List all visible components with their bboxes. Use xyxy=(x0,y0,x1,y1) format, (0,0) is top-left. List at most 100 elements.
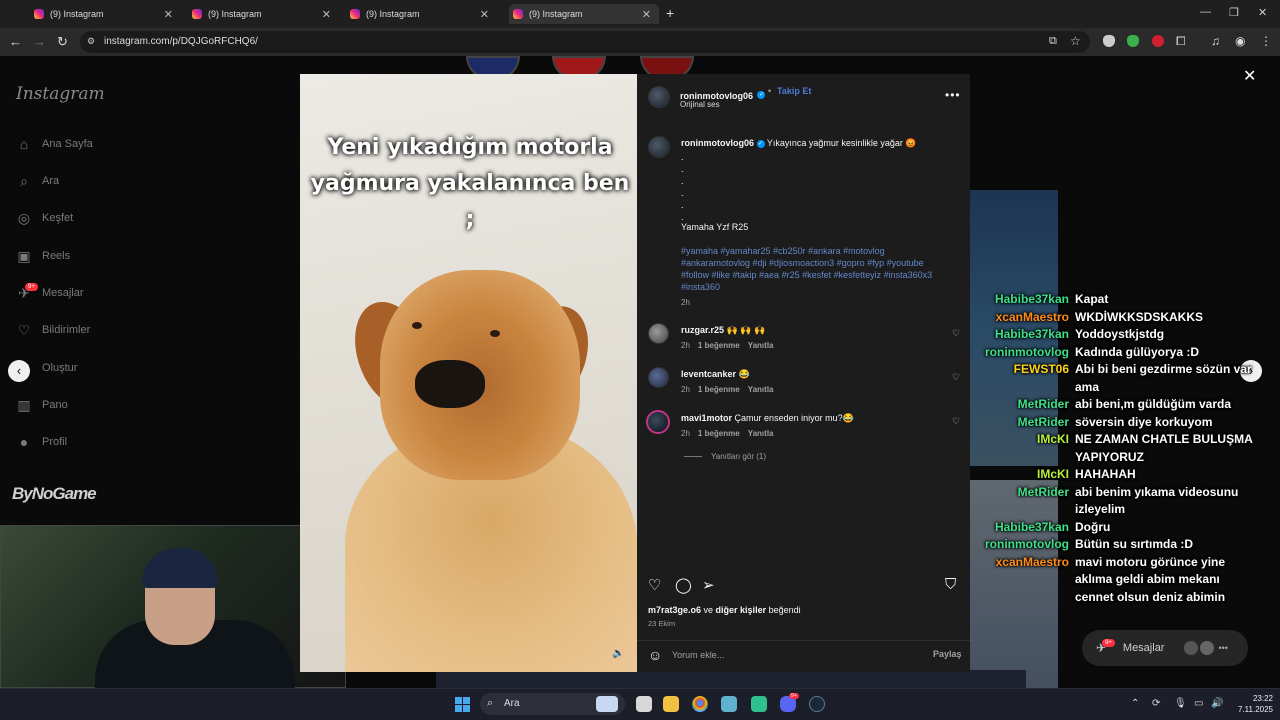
browser-tab[interactable]: (9) Instagram ✕ xyxy=(350,4,505,24)
comment-text: Çamur enseden iniyor mu?😂 xyxy=(734,413,854,423)
reply-button[interactable]: Yanıtla xyxy=(748,341,774,350)
original-audio-link[interactable]: Orijinal ses xyxy=(680,100,720,109)
more-options-icon[interactable]: ••• xyxy=(945,88,961,102)
bookmark-star-icon[interactable]: ☆ xyxy=(1070,34,1081,48)
previous-post-chevron-left-icon[interactable]: ‹ xyxy=(8,360,30,382)
stream-chat-overlay: Habibe37kan Kapat xcanMaestro WKDİWKKSDSKAK… xyxy=(978,291,1278,606)
close-modal-icon[interactable]: ✕ xyxy=(1243,66,1256,86)
caption-hashtags[interactable]: #yamaha #yamahar25 #cb250r #ankara #moto… xyxy=(681,245,951,293)
chat-username: FEWST06 xyxy=(1013,362,1069,376)
sidebar-item-label: Profil xyxy=(42,436,68,448)
close-tab-icon[interactable]: ✕ xyxy=(642,8,651,21)
save-bookmark-icon[interactable]: ⛉ xyxy=(945,576,956,593)
comment-username[interactable]: leventcanker xyxy=(681,369,736,379)
extensions-puzzle-icon[interactable]: ⧠ xyxy=(1176,34,1186,49)
liked-by-connector: ve xyxy=(701,605,716,615)
browser-menu-icon[interactable]: ⋮ xyxy=(1260,34,1272,48)
comment-time[interactable]: 2h xyxy=(681,341,690,350)
windows-start-icon[interactable] xyxy=(455,697,470,712)
comment-username[interactable]: mavi1motor xyxy=(681,413,732,423)
emoji-picker-icon[interactable]: ☺ xyxy=(648,647,662,663)
file-explorer-icon[interactable] xyxy=(663,696,679,712)
commenter-avatar[interactable] xyxy=(648,323,669,344)
messages-pill[interactable]: ✈ 9+ Mesajlar ••• xyxy=(1082,630,1248,666)
install-app-icon[interactable]: ⧉ xyxy=(1049,35,1057,48)
adblock-extension-icon[interactable] xyxy=(1127,35,1139,47)
caption-timestamp[interactable]: 2h xyxy=(681,298,690,307)
audio-toggle-icon[interactable]: 🔈 xyxy=(612,648,624,659)
liked-by-username[interactable]: m7rat3ge.o6 xyxy=(648,605,701,615)
sidebar-item-profile[interactable]: ● Profil xyxy=(16,432,67,452)
search-highlight-icon[interactable] xyxy=(596,696,618,712)
author-avatar[interactable] xyxy=(648,136,670,158)
comment-time[interactable]: 2h xyxy=(681,385,690,394)
browser-tab[interactable]: (9) Instagram ✕ xyxy=(192,4,347,24)
share-send-icon[interactable]: ➢ xyxy=(702,576,715,594)
like-comment-heart-icon[interactable]: ♡ xyxy=(952,372,960,383)
microphone-icon[interactable]: 🎙 xyxy=(1174,698,1187,709)
network-icon[interactable]: ▭ xyxy=(1194,698,1203,709)
taskbar-clock[interactable]: 23:22 7.11.2025 xyxy=(1225,693,1273,715)
site-info-icon[interactable]: ⚙ xyxy=(87,36,95,47)
liked-by-others-link[interactable]: diğer kişiler xyxy=(716,605,767,615)
comment-meta: 2h 1 beğenme Yanıtla xyxy=(681,341,774,350)
steam-icon[interactable] xyxy=(809,696,825,712)
media-controls-icon[interactable]: ♫ xyxy=(1211,34,1220,48)
caption-username[interactable]: roninmotovlog06 xyxy=(681,138,754,148)
comment-likes[interactable]: 1 beğenme xyxy=(698,341,740,350)
profile-avatar-icon[interactable]: ◉ xyxy=(1235,34,1245,48)
dog-eye xyxy=(412,322,422,329)
commenter-avatar[interactable] xyxy=(648,367,669,388)
like-heart-icon[interactable]: ♡ xyxy=(648,576,661,594)
forward-icon[interactable]: → xyxy=(33,34,46,49)
like-comment-heart-icon[interactable]: ♡ xyxy=(952,328,960,339)
new-tab-button[interactable]: + xyxy=(666,5,674,21)
view-replies-button[interactable]: Yanıtları gör (1) xyxy=(684,452,766,461)
chat-message: roninmotovlog Bütün su sırtımda :D xyxy=(978,536,1278,554)
close-tab-icon[interactable]: ✕ xyxy=(322,8,331,21)
close-tab-icon[interactable]: ✕ xyxy=(480,8,489,21)
reload-icon[interactable]: ↻ xyxy=(57,34,68,50)
author-avatar[interactable] xyxy=(648,86,670,108)
maximize-window-icon[interactable]: ❐ xyxy=(1229,6,1239,19)
browser-tab-active[interactable]: (9) Instagram ✕ xyxy=(509,4,659,24)
url-text[interactable]: instagram.com/p/DQJGoRFCHQ6/ xyxy=(104,36,258,47)
chat-username: MetRider xyxy=(1017,414,1069,429)
volume-icon[interactable]: 🔊 xyxy=(1211,698,1223,709)
instagram-logo[interactable]: Instagram xyxy=(16,84,105,104)
comment-likes[interactable]: 1 beğenme xyxy=(698,385,740,394)
comment-username[interactable]: ruzgar.r25 xyxy=(681,325,724,335)
tray-chevron-up-icon[interactable]: ⌃ xyxy=(1131,698,1139,709)
minimize-window-icon[interactable]: — xyxy=(1200,6,1211,18)
like-comment-heart-icon[interactable]: ♡ xyxy=(952,416,960,427)
close-tab-icon[interactable]: ✕ xyxy=(164,8,173,21)
sidebar-item-home[interactable]: ⌂ Ana Sayfa xyxy=(16,134,93,154)
post-comment-button[interactable]: Paylaş xyxy=(933,649,962,659)
sidebar-item-reels[interactable]: ▣ Reels xyxy=(16,246,70,266)
comment-bubble-icon[interactable]: ◯ xyxy=(675,576,692,594)
browser-tab[interactable]: (9) Instagram ✕ xyxy=(34,4,189,24)
post-date[interactable]: 23 Ekim xyxy=(648,619,675,628)
back-icon[interactable]: ← xyxy=(9,34,22,49)
task-view-icon[interactable] xyxy=(636,696,652,712)
chrome-icon[interactable] xyxy=(692,696,708,712)
shield-extension-icon[interactable] xyxy=(1103,35,1115,47)
commenter-avatar[interactable] xyxy=(646,410,670,434)
follow-button[interactable]: Takip Et xyxy=(777,86,811,96)
tray-sync-icon[interactable]: ⟳ xyxy=(1152,698,1160,709)
comment-time[interactable]: 2h xyxy=(681,429,690,438)
app-icon[interactable] xyxy=(721,696,737,712)
comment-input[interactable] xyxy=(672,648,912,662)
chat-message: xcanMaestro WKDİWKKSDSKAKKS xyxy=(978,309,1278,327)
sidebar-item-dashboard[interactable]: ▥ Pano xyxy=(16,395,67,415)
sidebar-item-notifications[interactable]: ♡ Bildirimler xyxy=(16,320,91,340)
sidebar-item-search[interactable]: ⌕ Ara xyxy=(16,171,59,191)
caption-dot-line: . xyxy=(681,188,684,198)
reply-button[interactable]: Yanıtla xyxy=(748,385,774,394)
sidebar-item-explore[interactable]: ◎ Keşfet xyxy=(16,208,73,228)
app-icon[interactable] xyxy=(751,696,767,712)
record-extension-icon[interactable] xyxy=(1152,35,1164,47)
reply-button[interactable]: Yanıtla xyxy=(748,429,774,438)
close-window-icon[interactable]: ✕ xyxy=(1258,6,1267,19)
comment-likes[interactable]: 1 beğenme xyxy=(698,429,740,438)
